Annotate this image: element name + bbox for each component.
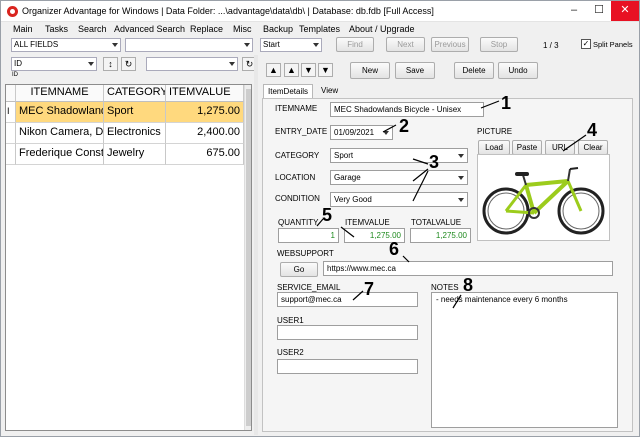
- annotation-7: 7: [364, 279, 375, 299]
- annotation-3: 3: [429, 152, 440, 172]
- annotation-6: 6: [389, 239, 400, 259]
- annotation-8: 8: [463, 275, 474, 295]
- app-window: Organizer Advantage for Windows | Data F…: [0, 0, 640, 437]
- annotation-1: 1: [501, 93, 512, 113]
- annotation-5: 5: [322, 205, 333, 225]
- annotation-2: 2: [399, 116, 410, 136]
- annotation-overlay: [316, 100, 587, 309]
- annotation-4: 4: [587, 120, 598, 140]
